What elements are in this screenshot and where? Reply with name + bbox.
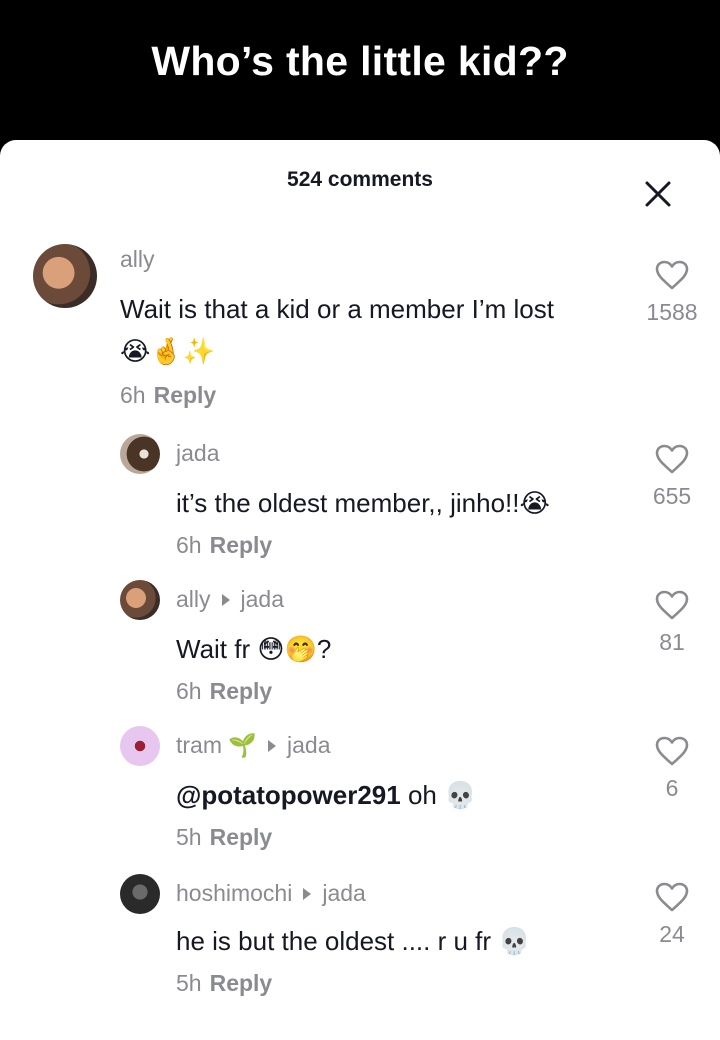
avatar[interactable] xyxy=(120,434,160,474)
comment-text: @potatopower291 oh 💀 xyxy=(176,780,476,811)
like-button[interactable]: 655 xyxy=(642,444,702,510)
reply-button[interactable]: Reply xyxy=(154,382,217,408)
comment-text: he is but the oldest .... r u fr 💀 xyxy=(176,926,531,957)
like-button[interactable]: 1588 xyxy=(642,260,702,326)
heart-icon xyxy=(655,882,689,912)
avatar[interactable] xyxy=(33,244,97,308)
reply-to-username[interactable]: jada xyxy=(322,880,365,907)
username-text: hoshimochi xyxy=(176,880,293,906)
comment-text: Wait fr 😳🤭? xyxy=(176,634,331,665)
reply-arrow-icon xyxy=(268,739,277,752)
like-count: 6 xyxy=(665,775,679,801)
like-count: 24 xyxy=(659,921,685,947)
username-text: ally xyxy=(176,586,211,612)
comment-body: it’s the oldest member,, jinho!!😭 xyxy=(176,488,550,518)
comment-time: 6h xyxy=(176,678,202,704)
like-count: 1588 xyxy=(646,299,698,325)
comment-text: it’s the oldest member,, jinho!!😭 xyxy=(176,488,550,519)
comment-time: 5h xyxy=(176,824,202,850)
comment-username[interactable]: jada xyxy=(176,440,219,467)
comment-body: oh 💀 xyxy=(400,780,477,810)
heart-icon xyxy=(655,260,689,290)
reply-button[interactable]: Reply xyxy=(210,532,273,558)
reply-button[interactable]: Reply xyxy=(210,970,273,996)
reply-to-username[interactable]: jada xyxy=(287,732,330,759)
comment-time: 5h xyxy=(176,970,202,996)
reply-arrow-icon xyxy=(303,887,312,900)
comment-count: 524 comments xyxy=(287,168,433,191)
avatar[interactable] xyxy=(120,580,160,620)
mention-link[interactable]: @potatopower291 xyxy=(176,780,401,810)
comment-username[interactable]: ally jada xyxy=(176,586,284,613)
comment-time: 6h xyxy=(120,382,146,408)
avatar[interactable] xyxy=(120,726,160,766)
comment-time: 6h xyxy=(176,532,202,558)
like-count: 81 xyxy=(659,629,685,655)
comment-username[interactable]: ally xyxy=(120,246,155,273)
username-text: ally xyxy=(120,246,155,272)
heart-icon xyxy=(655,590,689,620)
close-icon[interactable] xyxy=(640,176,676,212)
like-button[interactable]: 81 xyxy=(642,590,702,656)
username-text: jada xyxy=(176,440,220,466)
comment-body: Wait fr 😳🤭? xyxy=(176,634,332,664)
reply-arrow-icon xyxy=(221,593,230,606)
comment-meta: 5h Reply xyxy=(176,824,272,851)
video-caption: Who’s the little kid?? xyxy=(151,38,569,84)
username-text: tram 🌱 xyxy=(176,732,258,758)
comment-meta: 6h Reply xyxy=(176,532,272,559)
video-area[interactable]: Who’s the little kid?? xyxy=(0,0,720,150)
comment-body: he is but the oldest .... r u fr 💀 xyxy=(176,926,531,956)
comment-meta: 6h Reply xyxy=(176,678,272,705)
reply-to-username[interactable]: jada xyxy=(241,586,284,613)
reply-button[interactable]: Reply xyxy=(210,678,273,704)
like-button[interactable]: 6 xyxy=(642,736,702,802)
comment-meta: 5h Reply xyxy=(176,970,272,997)
comment-username[interactable]: hoshimochi jada xyxy=(176,880,366,907)
heart-icon xyxy=(655,736,689,766)
like-button[interactable]: 24 xyxy=(642,882,702,948)
comment-body: Wait is that a kid or a member I’m lost xyxy=(120,294,554,324)
comment-emoji-line: 😭🤞✨ xyxy=(120,336,216,366)
comment-meta: 6h Reply xyxy=(120,382,216,409)
like-count: 655 xyxy=(652,483,692,509)
reply-button[interactable]: Reply xyxy=(210,824,273,850)
heart-icon xyxy=(655,444,689,474)
comment-text: Wait is that a kid or a member I’m lost xyxy=(120,294,554,325)
comment-username[interactable]: tram 🌱 jada xyxy=(176,732,331,759)
avatar[interactable] xyxy=(120,874,160,914)
